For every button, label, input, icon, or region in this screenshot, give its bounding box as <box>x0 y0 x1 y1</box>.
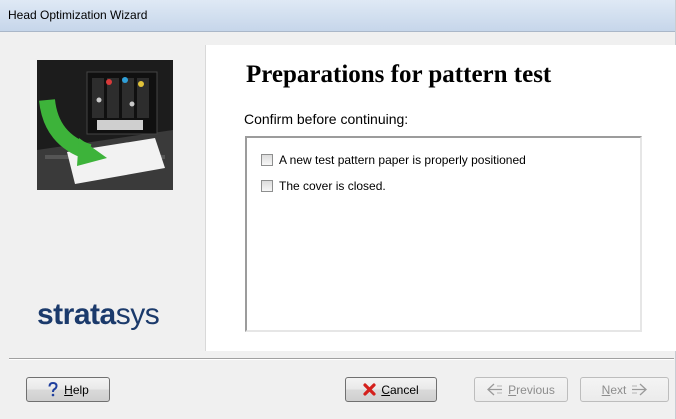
question-mark-icon <box>47 382 59 397</box>
cancel-button[interactable]: Cancel <box>345 377 437 402</box>
paper-positioned-checkbox[interactable] <box>261 154 273 166</box>
page-title: Preparations for pattern test <box>246 61 552 88</box>
previous-button[interactable]: Previous <box>474 377 568 402</box>
checklist-label[interactable]: A new test pattern paper is properly pos… <box>279 153 526 167</box>
footer-divider <box>9 358 674 360</box>
instruction-text: Confirm before continuing: <box>244 111 409 127</box>
cover-closed-checkbox[interactable] <box>261 180 273 192</box>
printer-head-image <box>37 60 173 190</box>
red-x-icon <box>363 383 376 396</box>
next-button[interactable]: Next <box>580 377 669 402</box>
checklist-label[interactable]: The cover is closed. <box>279 179 386 193</box>
checklist-item-cover[interactable]: The cover is closed. <box>261 178 386 194</box>
confirmation-checklist: A new test pattern paper is properly pos… <box>245 136 642 332</box>
previous-label: Previous <box>508 382 555 397</box>
arrow-right-icon <box>631 383 648 396</box>
help-label: Help <box>64 382 89 397</box>
content-panel: Preparations for pattern test Confirm be… <box>205 45 676 351</box>
left-panel: stratasys <box>22 45 205 351</box>
title-bar[interactable]: Head Optimization Wizard <box>0 0 675 32</box>
stratasys-logo: stratasys <box>37 298 160 331</box>
next-label: Next <box>601 382 627 397</box>
wizard-window: Head Optimization Wizard stratasys Prepa… <box>0 0 676 419</box>
checklist-item-paper[interactable]: A new test pattern paper is properly pos… <box>261 152 526 168</box>
cancel-label: Cancel <box>381 382 419 397</box>
window-title: Head Optimization Wizard <box>8 8 148 22</box>
arrow-left-icon <box>487 383 503 396</box>
help-button[interactable]: Help <box>26 377 110 402</box>
